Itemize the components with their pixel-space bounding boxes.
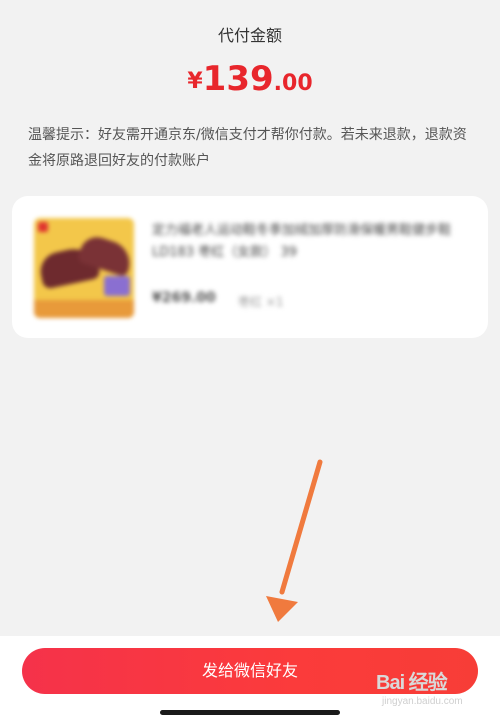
send-to-wechat-friend-button[interactable]: 发给微信好友	[22, 648, 478, 694]
amount-integer: 139	[202, 59, 274, 99]
thumbnail-banner	[34, 300, 134, 318]
promo-tag-icon	[104, 276, 130, 296]
product-thumbnail	[34, 218, 134, 318]
bottom-action-bar: 发给微信好友	[0, 636, 500, 723]
home-indicator[interactable]	[160, 710, 340, 715]
product-price: ¥269.00	[152, 290, 216, 306]
brand-corner-icon	[38, 222, 48, 232]
warm-tip: 温馨提示：好友需开通京东/微信支付才帮你付款。若未来退款，退款资金将原路退回好友…	[28, 127, 467, 169]
product-card[interactable]: 定力福老人运动鞋冬季加绒加厚防滑保暖男鞋健步鞋LD183 枣红（女款） 39 ¥…	[12, 196, 488, 338]
amount-label: 代付金额	[217, 26, 282, 45]
currency-symbol: ¥	[187, 69, 203, 94]
payment-amount: ¥139.00	[0, 62, 500, 96]
product-title: 定力福老人运动鞋冬季加绒加厚防滑保暖男鞋健步鞋LD183 枣红（女款） 39	[152, 223, 452, 260]
amount-decimal: .00	[273, 71, 313, 96]
pointer-arrow-icon	[266, 459, 323, 622]
payment-request-page: 代付金额 ¥139.00 温馨提示：好友需开通京东/微信支付才帮你付款。若未来退…	[0, 0, 500, 723]
product-spec: 枣红 ×1	[238, 295, 284, 309]
